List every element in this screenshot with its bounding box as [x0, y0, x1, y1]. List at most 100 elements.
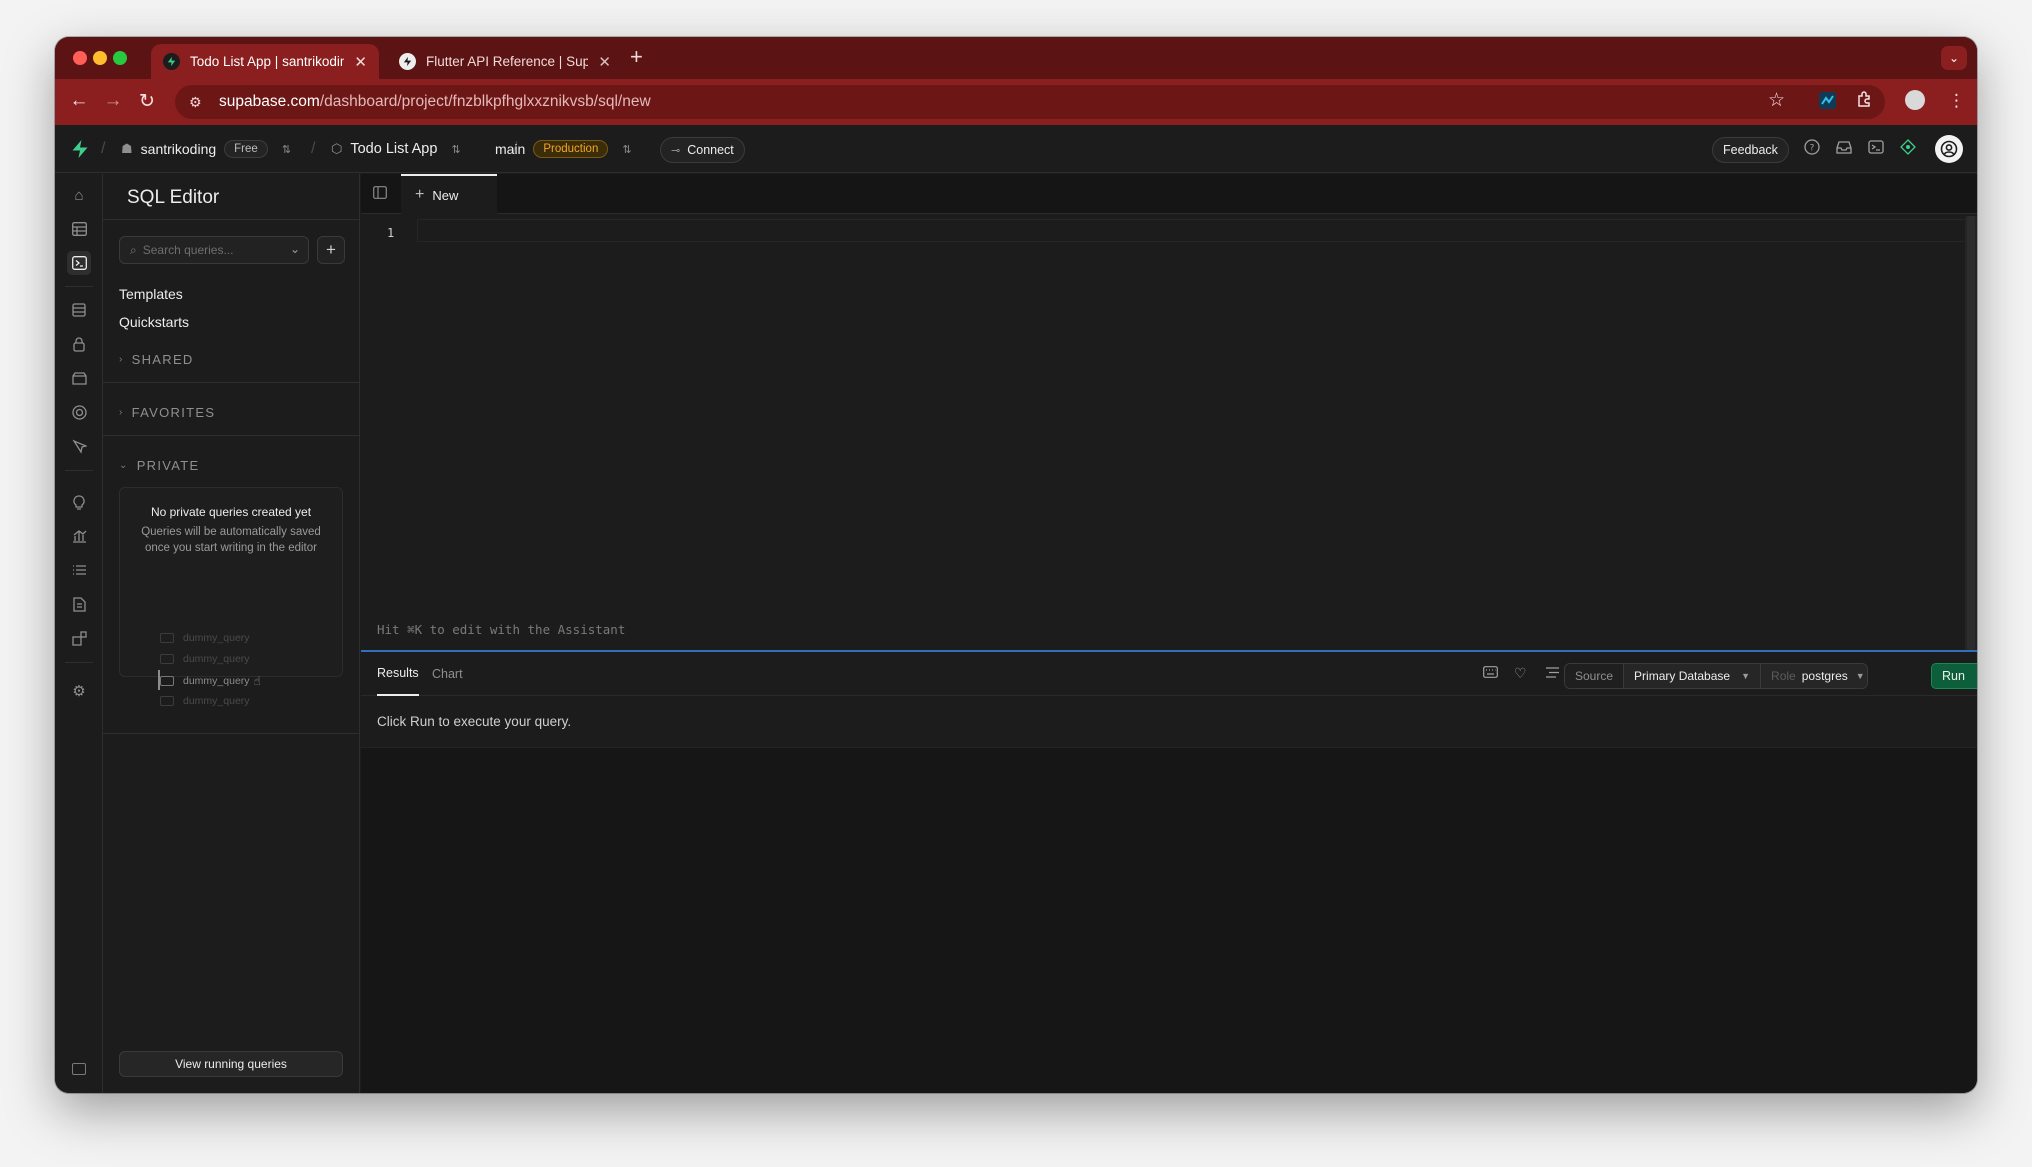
bookmark-star-icon[interactable]: ☆ — [1768, 89, 1785, 112]
realtime-icon[interactable] — [67, 434, 91, 458]
forward-arrow-icon[interactable]: → — [101, 90, 125, 112]
extensions-puzzle-icon[interactable] — [1857, 91, 1873, 112]
empty-title: No private queries created yet — [150, 505, 312, 519]
chevron-updown-icon: ⇅ — [451, 143, 461, 156]
reload-icon[interactable]: ↻ — [135, 90, 159, 113]
source-label: Source — [1565, 664, 1625, 688]
tab-search-chevron-icon[interactable]: ⌄ — [1941, 46, 1967, 70]
branch-switcher[interactable]: main Production ⇅ — [495, 125, 632, 173]
search-queries-box[interactable]: ⌕ ⌄ — [119, 236, 309, 264]
supabase-logo-icon[interactable] — [71, 125, 89, 173]
editor-scrollbar[interactable] — [1965, 216, 1977, 650]
code-input-line[interactable] — [417, 219, 1969, 242]
minimize-window-button[interactable] — [93, 51, 107, 65]
close-tab-icon[interactable]: ✕ — [598, 53, 611, 71]
close-tab-icon[interactable]: ✕ — [354, 53, 367, 71]
supabase-favicon-icon — [399, 53, 416, 70]
integrations-icon[interactable] — [67, 626, 91, 650]
breadcrumb-slash: / — [311, 140, 316, 157]
shared-section-label: SHARED — [131, 352, 194, 367]
results-toolbar: Results Chart ♡ Source Primary Database … — [361, 652, 1977, 696]
browser-tab-flutter-api[interactable]: Flutter API Reference | Supab ✕ — [387, 44, 623, 79]
home-icon[interactable]: ⌂ — [67, 183, 91, 207]
settings-gear-icon[interactable]: ⚙ — [67, 679, 91, 703]
templates-link[interactable]: Templates — [119, 286, 183, 302]
private-section-label: PRIVATE — [136, 458, 200, 473]
advisors-lightbulb-icon[interactable] — [67, 490, 91, 514]
chevron-down-icon: ▼ — [1855, 671, 1865, 681]
shared-section-toggle[interactable]: › SHARED — [119, 352, 194, 367]
app-header: / ☗ santrikoding Free ⇅ / ⬡ Todo List Ap… — [55, 125, 1977, 173]
profile-avatar-icon[interactable] — [1905, 90, 1925, 115]
org-switcher[interactable]: ☗ santrikoding Free ⇅ — [121, 125, 291, 173]
list-item: dummy_query — [160, 653, 250, 665]
close-window-button[interactable] — [73, 51, 87, 65]
search-icon: ⌕ — [130, 242, 137, 257]
project-switcher[interactable]: ⬡ Todo List App ⇅ — [331, 125, 461, 173]
terminal-icon[interactable] — [1868, 139, 1884, 159]
table-editor-icon[interactable] — [67, 217, 91, 241]
tab-chart[interactable]: Chart — [432, 652, 463, 696]
api-docs-icon[interactable] — [67, 592, 91, 616]
tab-results[interactable]: Results — [377, 652, 419, 696]
source-selector: Source Primary Database ▼ Role postgres … — [1564, 663, 1869, 689]
sql-editor-icon[interactable] — [67, 251, 91, 275]
quickstarts-link[interactable]: Quickstarts — [119, 314, 189, 330]
run-button[interactable]: Run ⌘ ↵ — [1931, 663, 1977, 689]
browser-window: Todo List App | santrikoding | ✕ Flutter… — [55, 37, 1977, 1093]
role-select[interactable]: Role postgres ▼ — [1761, 664, 1868, 688]
database-icon[interactable] — [67, 298, 91, 322]
format-lines-icon[interactable] — [1546, 665, 1559, 681]
filter-chevrons-icon[interactable]: ⌄ — [290, 242, 300, 256]
url-host: supabase.com — [219, 93, 320, 110]
feedback-button[interactable]: Feedback — [1712, 137, 1789, 163]
collapse-sidebar-icon[interactable] — [72, 1063, 86, 1075]
favorites-section-toggle[interactable]: › FAVORITES — [119, 405, 215, 420]
browser-tab-todo-list[interactable]: Todo List App | santrikoding | ✕ — [151, 44, 379, 79]
empty-description: Queries will be automatically saved once… — [141, 526, 321, 554]
role-value: postgres — [1801, 669, 1848, 683]
list-item: dummy_query ☝ — [160, 674, 261, 688]
user-avatar[interactable] — [1935, 135, 1963, 163]
site-settings-icon[interactable]: ⚙ — [189, 94, 207, 111]
database-select[interactable]: Primary Database ▼ — [1624, 664, 1762, 688]
sql-editor-panel: + New 1 Hit ⌘K to edit with the Assistan… — [361, 174, 1977, 650]
back-arrow-icon[interactable]: ← — [67, 90, 91, 112]
address-bar[interactable]: ⚙ supabase.com/dashboard/project/fnzblkp… — [175, 85, 1885, 119]
chevron-down-icon: ▼ — [1741, 671, 1751, 681]
url-path: /dashboard/project/fnzblkpfhglxxznikvsb/… — [319, 93, 651, 110]
sidebar-title: SQL Editor — [127, 187, 220, 208]
private-section-toggle[interactable]: ⌄ PRIVATE — [119, 458, 199, 473]
help-icon[interactable]: ? — [1804, 139, 1820, 159]
tab-new-query[interactable]: + New — [401, 174, 497, 214]
auth-lock-icon[interactable] — [67, 332, 91, 356]
maximize-window-button[interactable] — [113, 51, 127, 65]
results-message: Click Run to execute your query. — [377, 714, 572, 729]
inbox-icon[interactable] — [1836, 139, 1852, 159]
toggle-panel-icon[interactable] — [373, 186, 387, 202]
left-nav-rail: ⌂ ⚙ — [55, 174, 103, 1093]
storage-icon[interactable] — [67, 366, 91, 390]
assistant-icon[interactable] — [1900, 139, 1916, 159]
connect-button[interactable]: ⊸ Connect — [660, 137, 745, 163]
extension-icon[interactable] — [1819, 92, 1836, 114]
line-number: 1 — [387, 226, 395, 240]
keyboard-icon[interactable] — [1483, 665, 1498, 681]
results-panel: Results Chart ♡ Source Primary Database … — [361, 652, 1977, 1093]
logs-list-icon[interactable] — [67, 558, 91, 582]
favorite-heart-icon[interactable]: ♡ — [1514, 665, 1527, 682]
editor-tabs: + New — [361, 174, 1977, 214]
org-name: santrikoding — [140, 141, 217, 157]
edge-functions-icon[interactable] — [67, 400, 91, 424]
feedback-label: Feedback — [1723, 143, 1778, 157]
search-queries-input[interactable] — [142, 243, 283, 257]
add-query-button[interactable]: + — [317, 236, 345, 264]
plus-icon: + — [415, 186, 425, 203]
svg-text:?: ? — [1810, 144, 1815, 154]
new-tab-icon[interactable]: + — [630, 46, 643, 68]
view-running-queries-button[interactable]: View running queries — [119, 1051, 343, 1077]
project-box-icon: ⬡ — [331, 141, 343, 156]
browser-menu-icon[interactable]: ⋮ — [1948, 91, 1965, 111]
tab-title: Todo List App | santrikoding | — [190, 54, 345, 69]
reports-chart-icon[interactable] — [67, 524, 91, 548]
